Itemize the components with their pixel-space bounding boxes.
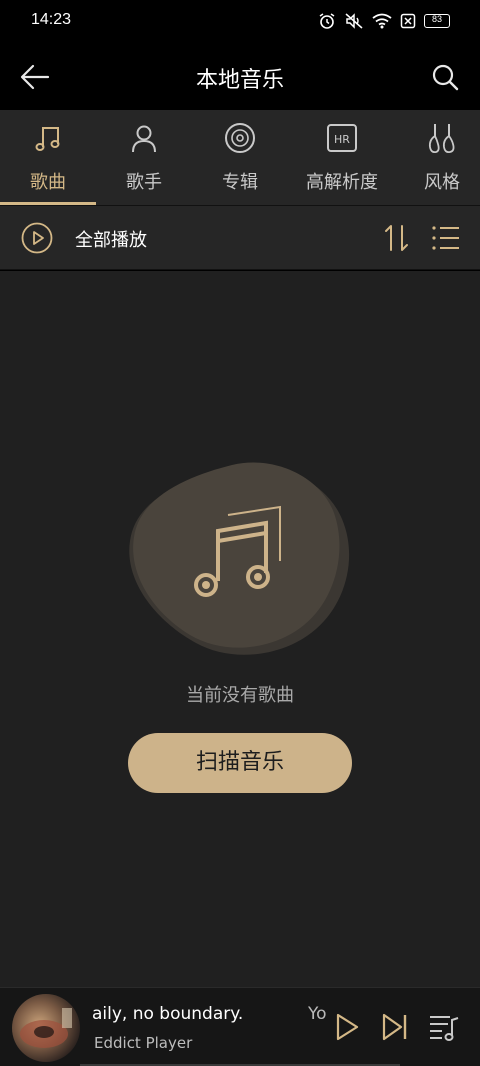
empty-state-message: 当前没有歌曲	[186, 685, 294, 706]
list-icon	[432, 226, 459, 250]
track-title-marquee: Yo	[308, 1004, 326, 1024]
list-mode-button[interactable]	[431, 223, 461, 253]
tab-genres-label: 风格	[424, 172, 460, 193]
tab-albums[interactable]: 专辑	[192, 110, 288, 206]
guitar-icon	[428, 124, 455, 154]
album-art[interactable]	[12, 994, 80, 1062]
category-tabs: 歌曲 歌手 专辑 HR 高解析度 风格	[0, 110, 480, 206]
playlist-queue-button[interactable]	[428, 1010, 460, 1044]
skip-next-icon	[382, 1013, 407, 1041]
album-art-image	[12, 994, 80, 1062]
music-note-icon	[35, 127, 60, 151]
alarm-icon	[319, 13, 335, 29]
play-all-label[interactable]: 全部播放	[75, 226, 147, 252]
track-artist: Eddict Player	[94, 1034, 193, 1052]
tab-genres[interactable]: 风格	[400, 110, 480, 206]
tab-songs[interactable]: 歌曲	[0, 110, 96, 206]
tab-albums-label: 专辑	[222, 172, 258, 193]
scan-music-button[interactable]: 扫描音乐	[128, 733, 352, 793]
tab-artists[interactable]: 歌手	[96, 110, 192, 206]
tab-artists-label: 歌手	[126, 172, 162, 193]
sim-off-icon	[400, 13, 416, 29]
tab-hi-res[interactable]: HR 高解析度	[288, 110, 396, 206]
queue-icon	[430, 1016, 459, 1041]
page-title: 本地音乐	[195, 68, 284, 93]
play-all-button[interactable]	[21, 222, 53, 254]
search-icon	[432, 64, 459, 91]
sort-icon	[385, 225, 408, 251]
sort-button[interactable]	[382, 223, 412, 253]
track-title[interactable]: aily, no boundary.	[92, 1004, 318, 1024]
header: 本地音乐	[0, 42, 480, 110]
svg-text:HR: HR	[334, 133, 350, 146]
mini-player: aily, no boundary. Yo Eddict Player	[0, 987, 480, 1066]
status-icons: 83	[318, 12, 450, 30]
play-circle-icon	[21, 222, 53, 254]
hr-icon: HR	[327, 124, 357, 152]
empty-music-icon	[129, 462, 350, 655]
battery-level: 83	[431, 14, 442, 24]
status-time: 14:23	[31, 11, 72, 28]
list-toolbar: 全部播放	[0, 206, 480, 270]
search-button[interactable]	[430, 60, 460, 94]
tab-songs-label: 歌曲	[30, 172, 66, 193]
wifi-icon	[372, 13, 392, 29]
tab-hi-res-label: 高解析度	[306, 172, 378, 193]
play-icon	[336, 1013, 359, 1041]
disc-icon	[225, 123, 255, 153]
battery-icon: 83	[424, 14, 450, 28]
next-track-button[interactable]	[380, 1010, 410, 1044]
play-button[interactable]	[332, 1010, 362, 1044]
person-icon	[132, 125, 156, 153]
mute-icon	[345, 13, 363, 29]
status-bar: 14:23 83	[0, 0, 480, 42]
song-list-area: 当前没有歌曲 扫描音乐	[0, 271, 480, 987]
